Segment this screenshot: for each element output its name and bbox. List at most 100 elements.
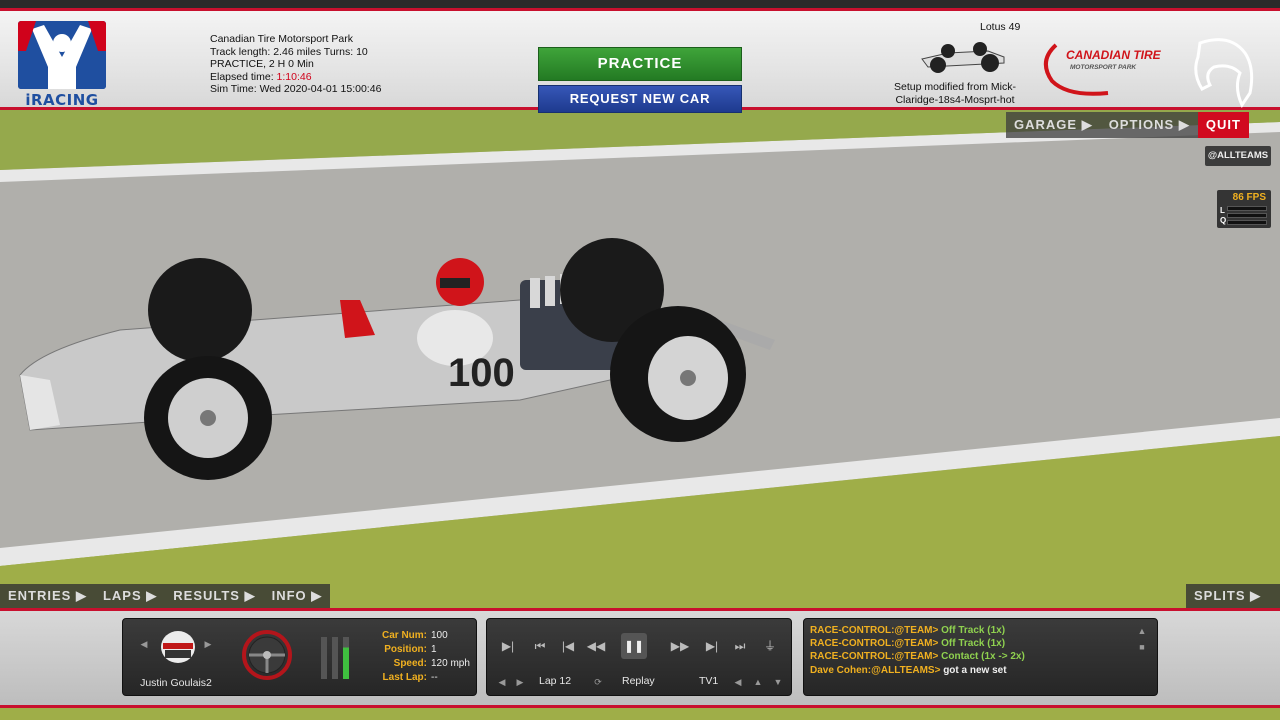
chevron-right-icon: ▶ xyxy=(1250,588,1262,603)
next-lap-button[interactable]: ▶ xyxy=(513,675,527,689)
track-length: Track length: 2.46 miles Turns: 10 xyxy=(210,45,368,58)
info-button[interactable]: INFO ▶ xyxy=(264,584,331,608)
scroll-up-icon[interactable]: ▲ xyxy=(1136,626,1148,636)
prev-frame-button[interactable]: |◀ xyxy=(555,633,581,659)
camera-menu-button[interactable]: ▲ xyxy=(751,675,765,689)
laps-button[interactable]: LAPS ▶ xyxy=(95,584,165,608)
track-brand-logo-icon: CANADIAN TIRE MOTORSPORT PARK xyxy=(1044,43,1162,96)
next-driver-button[interactable]: ▶ xyxy=(201,637,215,651)
driver-stats: Car Num: 100 Position: 1 Speed: 120 mph Las… xyxy=(377,629,470,685)
clutch-meter xyxy=(321,637,327,679)
skip-back-icon: ⏮ xyxy=(534,639,546,653)
chat-line: RACE-CONTROL:@TEAM> Contact (1x -> 2x) xyxy=(810,651,1025,662)
step-forward-icon: ▶| xyxy=(705,639,719,653)
chat-sender: RACE-CONTROL:@TEAM> xyxy=(810,651,939,662)
top-strip xyxy=(0,0,1280,8)
track-brand-line2: MOTORSPORT PARK xyxy=(1070,64,1137,71)
next-camera-button[interactable]: ▼ xyxy=(771,675,785,689)
chat-line: RACE-CONTROL:@TEAM> Off Track (1x) xyxy=(810,638,1005,649)
elapsed-time: Elapsed time: 1:10:46 xyxy=(210,71,381,84)
next-frame-button[interactable]: ▶| xyxy=(699,633,725,659)
stat-label: Car Num: xyxy=(381,630,427,641)
chevron-right-icon: ▶ xyxy=(244,588,256,603)
results-button[interactable]: RESULTS ▶ xyxy=(165,584,263,608)
session-type: PRACTICE, 2 H 0 Min xyxy=(210,58,314,70)
elapsed-label: Elapsed time: xyxy=(210,70,274,83)
request-new-car-button[interactable]: REQUEST NEW CAR xyxy=(538,85,742,113)
rewind-button[interactable]: ◀◀ xyxy=(583,633,609,659)
chevron-right-icon: ▶ xyxy=(311,588,323,603)
chat-line: RACE-CONTROL:@TEAM> Off Track (1x) xyxy=(810,625,1005,636)
options-button[interactable]: OPTIONS ▶ xyxy=(1100,112,1198,138)
live-button[interactable]: ⏚ xyxy=(757,633,783,659)
next-incident-button[interactable]: ⏭ xyxy=(727,633,753,659)
info-menu: ENTRIES ▶ LAPS ▶ RESULTS ▶ INFO ▶ xyxy=(0,584,331,608)
chat-message: Contact (1x -> 2x) xyxy=(941,651,1025,662)
info-label: INFO xyxy=(271,588,307,603)
steering-wheel-icon xyxy=(242,630,292,680)
prev-camera-button[interactable]: ◀ xyxy=(731,675,745,689)
stat-value: 100 xyxy=(431,630,448,641)
chat-message: got a new set xyxy=(943,665,1007,676)
scroll-thumb[interactable]: ■ xyxy=(1136,642,1148,652)
chevron-right-icon: ▶ xyxy=(75,588,87,603)
session-header: iRACING Canadian Tire Motorsport Park Tr… xyxy=(0,8,1280,113)
rewind-icon: ◀◀ xyxy=(586,639,606,653)
brake-meter xyxy=(332,637,338,679)
play-icon: ▶| xyxy=(501,639,515,653)
garage-button[interactable]: GARAGE ▶ xyxy=(1006,112,1101,138)
car-name: Lotus 49 xyxy=(980,21,1021,33)
splits-label: SPLITS xyxy=(1194,588,1246,603)
chat-sender: RACE-CONTROL:@TEAM> xyxy=(810,625,939,636)
iracing-logo-icon xyxy=(18,21,106,89)
track-brand-line1: CANADIAN TIRE xyxy=(1066,48,1162,62)
chevron-right-icon: ▶ xyxy=(1081,117,1093,132)
garage-label: GARAGE xyxy=(1014,117,1078,132)
fast-forward-icon: ▶▶ xyxy=(670,639,690,653)
chevron-right-icon: ▶ xyxy=(146,588,158,603)
stat-value: 120 mph xyxy=(431,658,470,669)
lap-indicator: Lap 12 xyxy=(539,675,572,687)
track-map-icon xyxy=(1194,38,1254,109)
elapsed-value: 1:10:46 xyxy=(276,70,312,83)
latency-bars xyxy=(1227,206,1267,227)
pause-icon: ❚❚ xyxy=(623,639,645,653)
prev-incident-button[interactable]: ⏮ xyxy=(527,633,553,659)
stat-label: Speed: xyxy=(393,658,427,669)
track-brand-logo: CANADIAN TIRE MOTORSPORT PARK xyxy=(1038,41,1168,101)
step-back-icon: |◀ xyxy=(561,639,575,653)
laps-label: LAPS xyxy=(102,588,142,603)
throttle-meter xyxy=(343,637,349,679)
chat-message: Off Track (1x) xyxy=(941,638,1006,649)
track-name: Canadian Tire Motorsport Park xyxy=(210,33,353,45)
chat-panel: RACE-CONTROL:@TEAM> Off Track (1x) RACE-… xyxy=(803,618,1158,696)
play-reverse-button[interactable]: ▶| xyxy=(495,633,521,659)
chat-target-badge[interactable]: @ALLTEAMS xyxy=(1205,146,1271,166)
camera-label: TV1 xyxy=(699,675,719,687)
replay-panel: ▶| ⏮ |◀ ◀◀ ❚❚ ▶▶ ▶| ⏭ ⏚ ◀ ▶ Lap 12 ⟳ Rep… xyxy=(486,618,792,696)
stat-value: -- xyxy=(431,672,438,683)
options-label: OPTIONS xyxy=(1108,117,1175,132)
chevron-right-icon: ▶ xyxy=(1178,117,1190,132)
prev-lap-button[interactable]: ◀ xyxy=(495,675,509,689)
splits-button[interactable]: SPLITS ▶ xyxy=(1186,584,1280,608)
iracing-logo: iRACING xyxy=(18,21,106,109)
driver-panel: ◀ ▶ Justin Goulais2 Car Num: 100 Position… xyxy=(122,618,477,696)
quality-label: Q xyxy=(1220,216,1227,225)
stat-label: Last Lap: xyxy=(382,672,427,683)
entries-button[interactable]: ENTRIES ▶ xyxy=(0,584,95,608)
practice-button[interactable]: PRACTICE xyxy=(538,47,742,81)
prev-driver-button[interactable]: ◀ xyxy=(137,637,151,651)
setup-info: Setup modified from Mick-Claridge-18s4-M… xyxy=(894,81,1016,106)
fps-meter: 86 FPS L Q xyxy=(1217,190,1271,228)
fps-value: 86 FPS xyxy=(1232,192,1266,203)
camera-cycle-button[interactable]: ⟳ xyxy=(591,675,605,689)
chat-sender: RACE-CONTROL:@TEAM> xyxy=(810,638,939,649)
chat-sender: Dave Cohen:@ALLTEAMS> xyxy=(810,665,941,676)
chat-scrollbar[interactable]: ▲ ■ xyxy=(1136,626,1148,660)
replay-mode-label: Replay xyxy=(622,675,655,687)
pause-button[interactable]: ❚❚ xyxy=(621,633,647,659)
skip-forward-icon: ⏭ xyxy=(734,639,746,653)
fast-forward-button[interactable]: ▶▶ xyxy=(667,633,693,659)
quit-button[interactable]: QUIT xyxy=(1197,112,1249,138)
